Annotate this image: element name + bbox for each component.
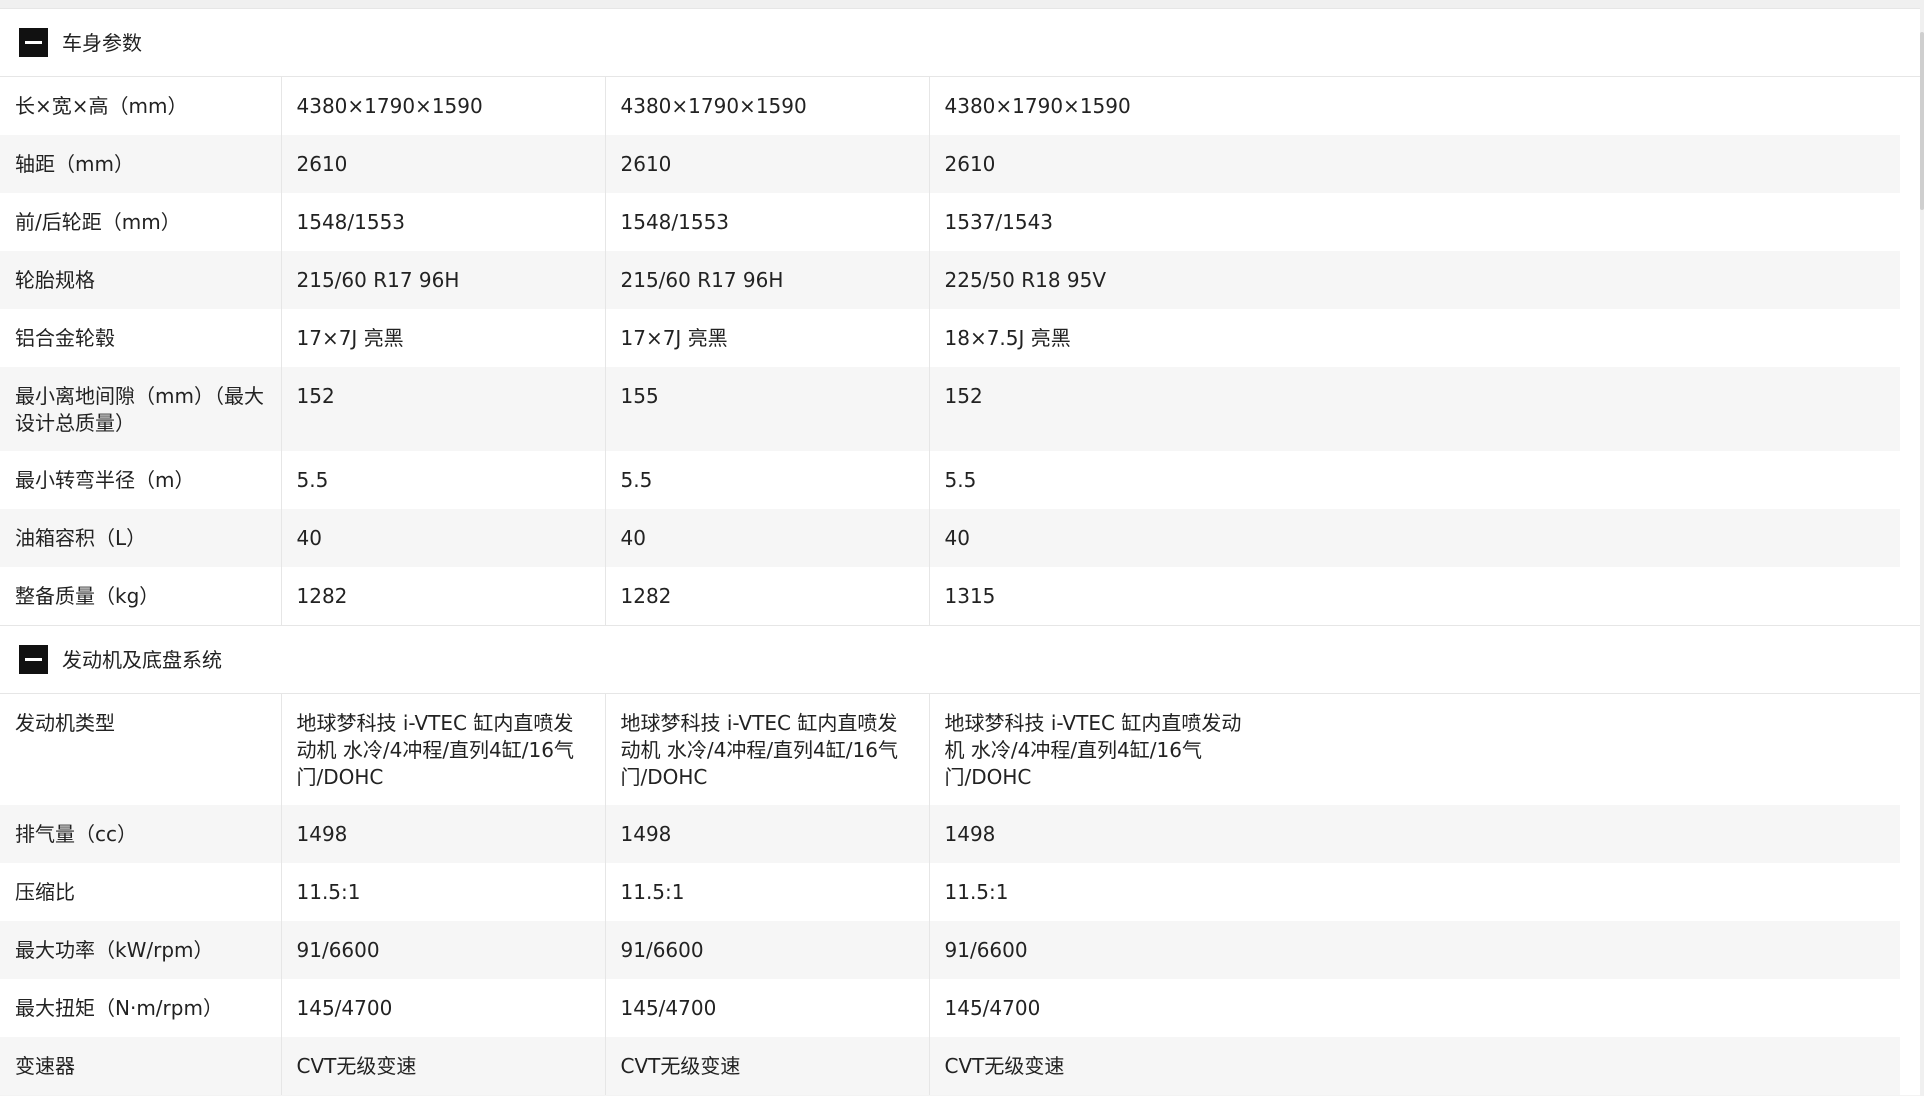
table-row: 最大扭矩（N·m/rpm） 145/4700 145/4700 145/4700 [0,979,1900,1037]
row-value: 11.5:1 [280,863,605,921]
table-row: 最小离地间隙（mm）（最大设计总质量） 152 155 152 [0,367,1900,451]
section-engine-chassis: 发动机及底盘系统 发动机类型 地球梦科技 i-VTEC 缸内直喷发动机 水冷/4… [0,625,1920,1095]
row-value: 4380×1790×1590 [280,77,605,135]
table-row: 长×宽×高（mm） 4380×1790×1590 4380×1790×1590 … [0,77,1900,135]
table-row: 压缩比 11.5:1 11.5:1 11.5:1 [0,863,1900,921]
section-header[interactable]: 车身参数 [0,8,1920,77]
row-value: 5.5 [928,451,1900,509]
row-value: 1282 [604,567,929,625]
spec-table: 长×宽×高（mm） 4380×1790×1590 4380×1790×1590 … [0,77,1900,625]
row-value: 地球梦科技 i-VTEC 缸内直喷发动机 水冷/4冲程/直列4缸/16气门/DO… [604,694,929,805]
row-value: 2610 [604,135,929,193]
row-value: CVT无级变速 [928,1037,1900,1095]
section-header[interactable]: 发动机及底盘系统 [0,625,1920,694]
row-value: 91/6600 [928,921,1900,979]
row-value: 145/4700 [280,979,605,1037]
row-value: 40 [604,509,929,567]
row-value: 1315 [928,567,1900,625]
row-value: 11.5:1 [928,863,1900,921]
row-label: 整备质量（kg） [15,584,160,608]
row-label: 长×宽×高（mm） [15,94,188,118]
row-value: 5.5 [604,451,929,509]
row-value: CVT无级变速 [604,1037,929,1095]
table-row: 前/后轮距（mm） 1548/1553 1548/1553 1537/1543 [0,193,1900,251]
row-value: 4380×1790×1590 [928,77,1900,135]
row-value: 17×7J 亮黑 [280,309,605,367]
row-value: 1548/1553 [604,193,929,251]
row-label: 最大扭矩（N·m/rpm） [15,996,223,1020]
row-label: 变速器 [15,1054,75,1078]
row-value: 155 [604,367,929,451]
row-label: 发动机类型 [15,711,115,735]
row-label: 轴距（mm） [15,152,134,176]
top-strip [0,0,1920,8]
row-value: 145/4700 [604,979,929,1037]
row-value: 2610 [928,135,1900,193]
table-row: 发动机类型 地球梦科技 i-VTEC 缸内直喷发动机 水冷/4冲程/直列4缸/1… [0,694,1900,805]
row-value: 1498 [280,805,605,863]
row-value: 1282 [280,567,605,625]
row-value: 18×7.5J 亮黑 [928,309,1900,367]
row-value: 91/6600 [604,921,929,979]
row-value: 1498 [928,805,1900,863]
table-row: 轮胎规格 215/60 R17 96H 215/60 R17 96H 225/5… [0,251,1900,309]
section-title: 发动机及底盘系统 [62,647,222,672]
row-label: 最大功率（kW/rpm） [15,938,214,962]
table-row: 排气量（cc） 1498 1498 1498 [0,805,1900,863]
collapse-minus-icon[interactable] [19,28,48,57]
row-value: 1548/1553 [280,193,605,251]
row-value: 地球梦科技 i-VTEC 缸内直喷发动机 水冷/4冲程/直列4缸/16气门/DO… [928,694,1900,805]
table-row: 油箱容积（L） 40 40 40 [0,509,1900,567]
scrollbar-thumb[interactable] [1920,32,1924,210]
vertical-scrollbar[interactable] [1920,0,1924,1096]
spec-page: 车身参数 长×宽×高（mm） 4380×1790×1590 4380×1790×… [0,0,1924,1096]
row-value: 152 [928,367,1900,451]
row-label: 油箱容积（L） [15,526,147,550]
row-label: 排气量（cc） [15,822,137,846]
row-label: 前/后轮距（mm） [15,210,181,234]
table-row: 整备质量（kg） 1282 1282 1315 [0,567,1900,625]
row-value: 1498 [604,805,929,863]
spec-table: 发动机类型 地球梦科技 i-VTEC 缸内直喷发动机 水冷/4冲程/直列4缸/1… [0,694,1900,1095]
row-value: 152 [280,367,605,451]
row-value: CVT无级变速 [280,1037,605,1095]
collapse-minus-icon[interactable] [19,645,48,674]
row-value: 2610 [280,135,605,193]
table-row: 最大功率（kW/rpm） 91/6600 91/6600 91/6600 [0,921,1900,979]
table-row: 变速器 CVT无级变速 CVT无级变速 CVT无级变速 [0,1037,1900,1095]
row-value: 215/60 R17 96H [604,251,929,309]
row-value: 4380×1790×1590 [604,77,929,135]
row-value: 40 [280,509,605,567]
section-body-params: 车身参数 长×宽×高（mm） 4380×1790×1590 4380×1790×… [0,8,1920,625]
row-value: 5.5 [280,451,605,509]
row-value: 17×7J 亮黑 [604,309,929,367]
row-value: 1537/1543 [928,193,1900,251]
row-value: 地球梦科技 i-VTEC 缸内直喷发动机 水冷/4冲程/直列4缸/16气门/DO… [280,694,605,805]
row-value: 145/4700 [928,979,1900,1037]
row-value: 215/60 R17 96H [280,251,605,309]
row-value: 225/50 R18 95V [928,251,1900,309]
table-row: 轴距（mm） 2610 2610 2610 [0,135,1900,193]
row-value: 40 [928,509,1900,567]
table-row: 最小转弯半径（m） 5.5 5.5 5.5 [0,451,1900,509]
spec-content: 车身参数 长×宽×高（mm） 4380×1790×1590 4380×1790×… [0,0,1920,1096]
row-label: 最小转弯半径（m） [15,468,195,492]
row-value: 11.5:1 [604,863,929,921]
section-title: 车身参数 [62,30,142,55]
row-value: 91/6600 [280,921,605,979]
row-label: 压缩比 [15,880,75,904]
table-row: 铝合金轮毂 17×7J 亮黑 17×7J 亮黑 18×7.5J 亮黑 [0,309,1900,367]
row-label: 最小离地间隙（mm）（最大设计总质量） [15,384,264,435]
row-label: 铝合金轮毂 [15,326,115,350]
row-label: 轮胎规格 [15,268,95,292]
